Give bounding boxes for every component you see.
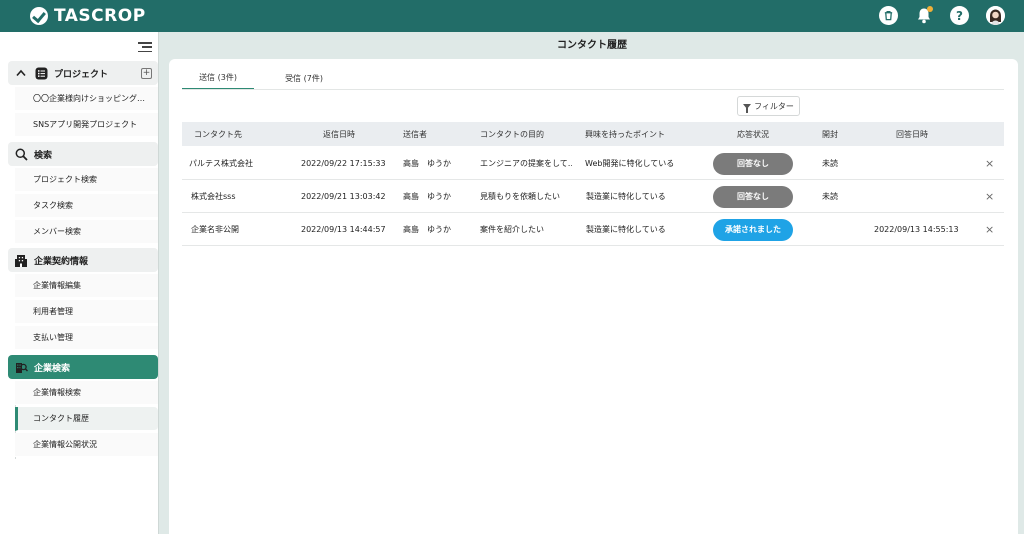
cell-purpose: 案件を紹介したい [480,225,544,234]
tab-label: 受信 (7件) [285,73,323,83]
cell-company[interactable]: パルテス株式会社 [189,147,253,180]
add-project-button[interactable]: + [141,67,152,79]
status-badge[interactable]: 承諾されました [713,218,793,241]
app-logo[interactable]: TASCROP [30,6,146,26]
cell-company[interactable]: 企業名非公開 [191,213,239,246]
sidebar-section-company-contract[interactable]: 企業契約情報 [8,248,158,272]
close-icon[interactable]: × [985,213,994,246]
cell-interest: 製造業に特化している [586,225,666,234]
sidebar-item-member-search[interactable]: メンバー検索 [15,220,158,244]
company-search-icon [14,360,28,374]
bell-icon[interactable] [914,6,933,25]
cell-sender: 高島 ゆうか [403,159,451,168]
column-header-answer-date[interactable]: 回答日時 [896,122,928,146]
sidebar-item-company-publish-status[interactable]: 企業情報公開状況 [15,433,158,457]
column-header-sender[interactable]: 送信者 [403,122,427,146]
column-header-opened[interactable]: 開封 [822,122,838,146]
sidebar-item-project-sns[interactable]: SNSアプリ開発プロジェクト [15,113,158,137]
close-icon[interactable]: × [985,147,994,180]
cell-purpose: エンジニアの提案をして… [480,159,572,168]
tab-label: 送信 (3件) [199,72,237,82]
cell-date: 2022/09/21 13:03:42 [301,192,386,201]
cell-company[interactable]: 株式会社sss [191,180,236,213]
cell-date: 2022/09/22 17:15:33 [301,159,386,168]
sidebar-item-project-search[interactable]: プロジェクト検索 [15,168,158,192]
cell-opened: 未読 [822,192,838,201]
filter-funnel-icon [743,103,752,113]
trash-icon[interactable] [879,6,898,25]
cell-answer-date: 2022/09/13 14:55:13 [874,225,959,234]
cell-interest: Web開発に特化している [585,159,675,168]
sidebar-section-search[interactable]: 検索 [8,142,158,166]
app-name: TASCROP [54,6,146,26]
column-header-purpose[interactable]: コンタクトの目的 [480,122,544,146]
cell-interest: 製造業に特化している [586,192,666,201]
cell-opened: 未読 [822,159,838,168]
status-badge[interactable]: 回答なし [713,152,793,175]
sidebar-section-label: プロジェクト [54,69,109,80]
help-icon[interactable]: ? [950,6,969,25]
close-icon[interactable]: × [985,180,994,213]
help-label: ? [956,8,963,23]
sidebar-section-label: 企業検索 [34,363,71,374]
column-header-reply-date[interactable]: 返信日時 [323,122,355,146]
sidebar-section-label: 企業契約情報 [34,256,89,267]
tab-divider [182,89,1004,90]
cell-purpose: 見積もりを依頼したい [480,192,560,201]
table-row[interactable]: パルテス株式会社 2022/09/22 17:15:33 高島 ゆうか エンジニ… [182,147,1004,180]
hamburger-menu-icon[interactable] [138,42,152,52]
sidebar-item-payment-management[interactable]: 支払い管理 [15,326,158,350]
building-icon [14,253,28,267]
sidebar-item-project-shopping[interactable]: 〇〇企業様向けショッピング… [15,87,158,111]
cell-sender: 高島 ゆうか [403,225,451,234]
cell-sender: 高島 ゆうか [403,192,451,201]
status-badge[interactable]: 回答なし [713,185,793,208]
column-header-interest[interactable]: 興味を持ったポイント [585,122,665,146]
column-header-contact[interactable]: コンタクト先 [194,122,242,146]
search-icon [14,147,28,161]
column-header-response-status[interactable]: 応答状況 [737,122,769,146]
tab-received[interactable]: 受信 (7件) [268,66,340,90]
sidebar-item-contact-history[interactable]: コンタクト履歴 [15,407,158,431]
sidebar-section-label: 検索 [34,150,53,161]
sidebar-section-company-search[interactable]: 企業検索 [8,355,158,379]
cell-date: 2022/09/13 14:44:57 [301,225,386,234]
sidebar-item-company-info-search[interactable]: 企業情報検索 [15,381,158,405]
table-row[interactable]: 企業名非公開 2022/09/13 14:44:57 高島 ゆうか 案件を紹介し… [182,213,1004,246]
collapse-arrow-icon[interactable] [14,66,28,80]
filter-label: フィルター [754,101,794,111]
logo-check-icon [30,7,48,25]
tab-sent[interactable]: 送信 (3件) [182,66,254,90]
sidebar-item-user-management[interactable]: 利用者管理 [15,300,158,324]
table-row[interactable]: 株式会社sss 2022/09/21 13:03:42 高島 ゆうか 見積もりを… [182,180,1004,213]
top-bar: TASCROP ? [0,0,1024,32]
sidebar-item-task-search[interactable]: タスク検索 [15,194,158,218]
sidebar-section-project[interactable]: プロジェクト + [8,61,158,85]
page-title: コンタクト履歴 [557,40,627,51]
sidebar-item-company-edit[interactable]: 企業情報編集 [15,274,158,298]
notification-dot [927,6,933,12]
project-list-icon [34,66,48,80]
filter-button[interactable]: フィルター [737,96,800,116]
table-header: コンタクト先 返信日時 送信者 コンタクトの目的 興味を持ったポイント 応答状況… [182,122,1004,146]
user-avatar[interactable] [986,6,1005,25]
